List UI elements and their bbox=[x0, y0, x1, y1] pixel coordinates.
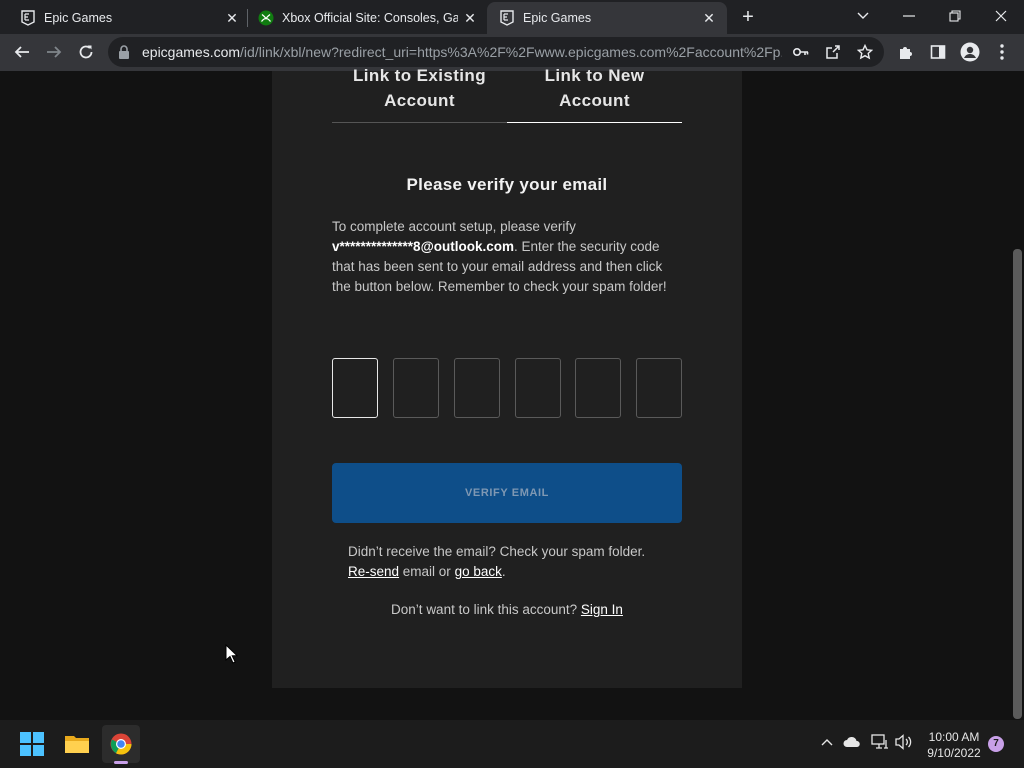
browser-tab-epic-games-active[interactable]: Epic Games ✕ bbox=[487, 2, 727, 34]
page-title: Please verify your email bbox=[406, 175, 608, 194]
tab-strip: Epic Games ✕ Xbox Official Site: Console… bbox=[0, 0, 1024, 34]
tab-link-new-account[interactable]: Link to New Account bbox=[507, 66, 682, 123]
url-host: epicgames.com bbox=[142, 44, 241, 60]
back-arrow-icon[interactable] bbox=[8, 38, 36, 66]
resend-text: Didn’t receive the email? Check your spa… bbox=[348, 544, 646, 559]
epic-games-icon bbox=[499, 10, 515, 26]
sign-in-link[interactable]: Sign In bbox=[581, 602, 623, 617]
network-icon[interactable] bbox=[870, 732, 890, 752]
tab-title: Xbox Official Site: Consoles, Gam bbox=[282, 11, 458, 25]
notification-count-badge[interactable]: 7 bbox=[988, 736, 1004, 752]
key-icon[interactable] bbox=[792, 43, 810, 61]
link-account-tabs: Link to Existing Account Link to New Acc… bbox=[332, 66, 682, 123]
extensions-puzzle-icon[interactable] bbox=[892, 38, 920, 66]
new-tab-icon[interactable]: + bbox=[736, 6, 760, 30]
desc-text: To complete account setup, please verify bbox=[332, 219, 576, 234]
reload-icon[interactable] bbox=[72, 38, 100, 66]
windows-taskbar: 10:00 AM 9/10/2022 7 bbox=[0, 720, 1024, 768]
side-panel-icon[interactable] bbox=[924, 38, 952, 66]
clock-date: 9/10/2022 bbox=[927, 746, 981, 760]
verify-email-button[interactable]: VERIFY EMAIL bbox=[332, 463, 682, 523]
profile-avatar-icon[interactable] bbox=[956, 38, 984, 66]
close-tab-icon[interactable]: ✕ bbox=[462, 10, 478, 26]
share-icon[interactable] bbox=[824, 43, 842, 61]
chrome-taskbar-icon[interactable] bbox=[102, 725, 140, 764]
resend-help-text: Didn’t receive the email? Check your spa… bbox=[348, 542, 678, 582]
system-clock[interactable]: 10:00 AM 9/10/2022 bbox=[918, 729, 990, 761]
code-digit-6-input[interactable] bbox=[636, 358, 682, 418]
forward-arrow-icon[interactable] bbox=[40, 38, 68, 66]
bookmark-star-icon[interactable] bbox=[856, 43, 874, 61]
code-digit-2-input[interactable] bbox=[393, 358, 439, 418]
verify-description: To complete account setup, please verify… bbox=[332, 217, 684, 297]
resend-link[interactable]: Re-send bbox=[348, 564, 399, 579]
url-path: /id/link/xbl/new?redirect_uri=https%3A%2… bbox=[240, 44, 782, 60]
clock-time: 10:00 AM bbox=[928, 730, 980, 744]
tab-label: Link to Existing Account bbox=[353, 66, 486, 110]
security-code-inputs bbox=[332, 358, 682, 418]
kebab-menu-icon[interactable] bbox=[988, 38, 1016, 66]
tab-label: Link to New Account bbox=[544, 66, 645, 110]
tab-link-existing-account[interactable]: Link to Existing Account bbox=[332, 66, 507, 123]
active-app-indicator bbox=[114, 761, 128, 764]
close-tab-icon[interactable]: ✕ bbox=[701, 10, 717, 26]
epic-games-icon bbox=[20, 10, 36, 26]
resend-text: email or bbox=[399, 564, 455, 579]
lock-icon[interactable] bbox=[118, 45, 130, 64]
resend-text: . bbox=[501, 564, 506, 579]
close-window-icon[interactable] bbox=[978, 0, 1024, 32]
page-viewport: Link to Existing Account Link to New Acc… bbox=[0, 66, 1024, 720]
xbox-icon bbox=[258, 10, 274, 26]
tab-title: Epic Games bbox=[523, 11, 592, 25]
masked-email: v**************8@outlook.com bbox=[332, 239, 514, 254]
scrollbar-thumb[interactable] bbox=[1013, 249, 1022, 719]
browser-tab-epic-games-1[interactable]: Epic Games ✕ bbox=[0, 2, 246, 34]
page-scrollbar[interactable] bbox=[1010, 71, 1024, 720]
onedrive-cloud-icon[interactable] bbox=[842, 732, 862, 752]
signin-text: Don’t want to link this account? bbox=[391, 602, 581, 617]
minimize-icon[interactable] bbox=[886, 0, 932, 32]
code-digit-5-input[interactable] bbox=[575, 358, 621, 418]
file-explorer-icon[interactable] bbox=[58, 725, 96, 763]
code-digit-4-input[interactable] bbox=[515, 358, 561, 418]
mouse-cursor-icon bbox=[225, 643, 239, 669]
code-digit-3-input[interactable] bbox=[454, 358, 500, 418]
volume-icon[interactable] bbox=[894, 732, 914, 752]
verify-email-card: Link to Existing Account Link to New Acc… bbox=[272, 66, 742, 688]
tab-title: Epic Games bbox=[44, 11, 113, 25]
sign-in-prompt: Don’t want to link this account? Sign In bbox=[272, 602, 742, 617]
url-text[interactable]: epicgames.com/id/link/xbl/new?redirect_u… bbox=[142, 44, 782, 60]
tab-search-chevron-icon[interactable] bbox=[840, 0, 886, 32]
restore-icon[interactable] bbox=[932, 0, 978, 32]
go-back-link[interactable]: go back bbox=[455, 564, 502, 579]
close-tab-icon[interactable]: ✕ bbox=[224, 10, 240, 26]
windows-start-icon[interactable] bbox=[13, 725, 51, 763]
chevron-up-icon[interactable] bbox=[817, 732, 837, 752]
browser-tab-xbox[interactable]: Xbox Official Site: Consoles, Gam ✕ bbox=[248, 2, 486, 34]
code-digit-1-input[interactable] bbox=[332, 358, 378, 418]
